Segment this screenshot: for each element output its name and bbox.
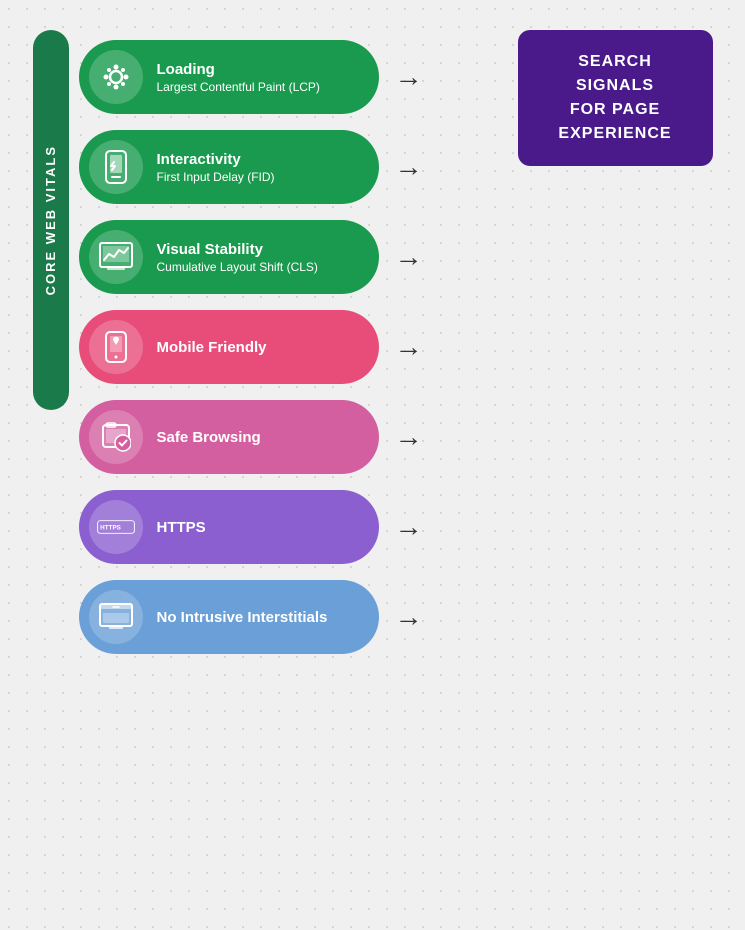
pill-row-visual-stability: Visual Stability Cumulative Layout Shift …	[79, 220, 508, 294]
pill-icon-visual-stability	[89, 230, 143, 284]
pill-row-no-intrusive-interstitials: No Intrusive Interstitials →	[79, 580, 508, 654]
pill-text-interactivity: Interactivity First Input Delay (FID)	[157, 151, 275, 184]
pill-safe-browsing: Safe Browsing	[79, 400, 379, 474]
pill-title-mobile-friendly: Mobile Friendly	[157, 339, 267, 356]
pill-text-loading: Loading Largest Contentful Paint (LCP)	[157, 61, 320, 94]
pill-icon-https: HTTPS	[89, 500, 143, 554]
side-label: Core Web Vitals	[33, 30, 69, 410]
pill-title-no-intrusive-interstitials: No Intrusive Interstitials	[157, 609, 328, 626]
pill-icon-mobile-friendly	[89, 320, 143, 374]
pill-loading: Loading Largest Contentful Paint (LCP)	[79, 40, 379, 114]
side-label-container: Core Web Vitals	[33, 30, 69, 900]
pill-title-interactivity: Interactivity	[157, 151, 275, 168]
right-box: SEARCH SIGNALS FOR PAGE EXPERIENCE	[518, 30, 713, 166]
arrow-loading: →	[395, 61, 423, 93]
svg-text:HTTPS: HTTPS	[100, 525, 121, 532]
pill-text-no-intrusive-interstitials: No Intrusive Interstitials	[157, 609, 328, 626]
pill-icon-interactivity	[89, 140, 143, 194]
arrow-safe-browsing: →	[395, 421, 423, 453]
arrow-visual-stability: →	[395, 241, 423, 273]
pill-row-mobile-friendly: Mobile Friendly →	[79, 310, 508, 384]
pill-mobile-friendly: Mobile Friendly	[79, 310, 379, 384]
pill-subtitle-visual-stability: Cumulative Layout Shift (CLS)	[157, 260, 318, 274]
arrow-no-intrusive-interstitials: →	[395, 601, 423, 633]
pill-row-safe-browsing: Safe Browsing →	[79, 400, 508, 474]
pill-interactivity: Interactivity First Input Delay (FID)	[79, 130, 379, 204]
pills-column: Loading Largest Contentful Paint (LCP) → I…	[79, 30, 508, 664]
pill-row-https: HTTPS HTTPS →	[79, 490, 508, 564]
pill-row-interactivity: Interactivity First Input Delay (FID) →	[79, 130, 508, 204]
main-container: Core Web Vitals Loading Largest Contentfu…	[33, 30, 713, 900]
pill-title-safe-browsing: Safe Browsing	[157, 429, 261, 446]
right-box-text: SEARCH SIGNALS FOR PAGE EXPERIENCE	[518, 30, 713, 166]
pill-subtitle-interactivity: First Input Delay (FID)	[157, 170, 275, 184]
pill-text-safe-browsing: Safe Browsing	[157, 429, 261, 446]
pill-text-visual-stability: Visual Stability Cumulative Layout Shift …	[157, 241, 318, 274]
pill-title-visual-stability: Visual Stability	[157, 241, 318, 258]
pill-subtitle-loading: Largest Contentful Paint (LCP)	[157, 80, 320, 94]
content-area: Loading Largest Contentful Paint (LCP) → I…	[69, 30, 713, 900]
pill-title-loading: Loading	[157, 61, 320, 78]
pill-title-https: HTTPS	[157, 519, 206, 536]
pill-https: HTTPS HTTPS	[79, 490, 379, 564]
arrow-interactivity: →	[395, 151, 423, 183]
pill-icon-no-intrusive-interstitials	[89, 590, 143, 644]
pill-visual-stability: Visual Stability Cumulative Layout Shift …	[79, 220, 379, 294]
side-label-text: Core Web Vitals	[43, 145, 58, 295]
pill-no-intrusive-interstitials: No Intrusive Interstitials	[79, 580, 379, 654]
pill-text-https: HTTPS	[157, 519, 206, 536]
pill-icon-safe-browsing	[89, 410, 143, 464]
arrow-https: →	[395, 511, 423, 543]
pill-text-mobile-friendly: Mobile Friendly	[157, 339, 267, 356]
pill-row-loading: Loading Largest Contentful Paint (LCP) →	[79, 40, 508, 114]
arrow-mobile-friendly: →	[395, 331, 423, 363]
pill-icon-loading	[89, 50, 143, 104]
